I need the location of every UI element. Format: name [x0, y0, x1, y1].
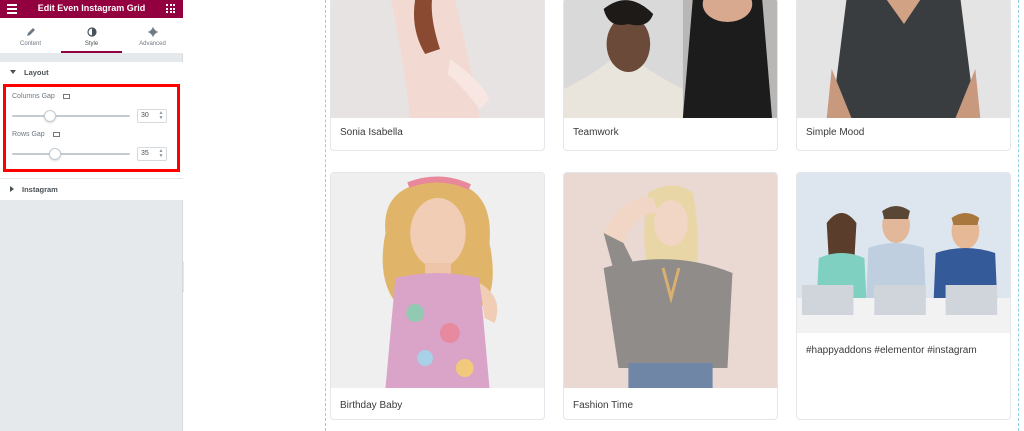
card-caption: #happyaddons #elementor #instagram	[806, 345, 977, 356]
photo-image	[331, 0, 544, 118]
column-guide	[1018, 0, 1019, 431]
gear-icon	[148, 27, 158, 37]
columns-gap-value: 30	[141, 112, 149, 119]
widgets-grid-icon[interactable]	[166, 4, 175, 13]
grid-card[interactable]: #happyaddons #elementor #instagram	[796, 172, 1011, 420]
caret-right-icon	[10, 186, 14, 192]
card-caption: Fashion Time	[573, 400, 634, 411]
preview-canvas: Sonia Isabella Teamwork Simple Mood Birt…	[184, 0, 1024, 431]
photo-image	[564, 0, 777, 118]
tab-content-label: Content	[19, 41, 41, 47]
columns-gap-label: Columns Gap	[12, 93, 70, 100]
caret-down-icon	[10, 70, 16, 74]
contrast-icon	[86, 27, 97, 37]
rows-gap-value: 35	[141, 150, 149, 157]
panel-title: Edit Even Instagram Grid	[37, 3, 146, 13]
tab-content[interactable]: Content	[0, 18, 61, 53]
columns-gap-input[interactable]: 30 ▲ ▼	[137, 109, 167, 123]
tab-style-label: Style	[84, 41, 99, 47]
columns-gap-slider[interactable]	[12, 110, 130, 122]
desktop-icon[interactable]	[62, 93, 70, 99]
layout-section-title: Layout	[24, 67, 49, 77]
grid-card[interactable]: Sonia Isabella	[330, 0, 545, 151]
tab-style[interactable]: Style	[61, 18, 122, 53]
panel-tabs: Content Style Advanced	[0, 18, 183, 54]
rows-gap-label: Rows Gap	[12, 131, 60, 138]
card-caption: Simple Mood	[806, 127, 865, 138]
editor-panel: Edit Even Instagram Grid Content Style A…	[0, 0, 183, 431]
rows-gap-input[interactable]: 35 ▲ ▼	[137, 147, 167, 161]
stepper-icon[interactable]: ▲ ▼	[157, 149, 165, 159]
photo-image	[797, 173, 1010, 333]
photo-image	[797, 0, 1010, 118]
panel-header: Edit Even Instagram Grid	[0, 0, 183, 18]
instagram-section-title: Instagram	[22, 184, 58, 194]
desktop-icon[interactable]	[52, 131, 60, 137]
grid-card[interactable]: Simple Mood	[796, 0, 1011, 151]
card-caption: Birthday Baby	[340, 400, 403, 411]
grid-card[interactable]: Fashion Time	[563, 172, 778, 420]
layout-section-body: Columns Gap 30 ▲ ▼ Rows Gap 35 ▲ ▼	[0, 82, 183, 178]
grid-card[interactable]: Teamwork	[563, 0, 778, 151]
grid-card[interactable]: Birthday Baby	[330, 172, 545, 420]
card-caption: Teamwork	[573, 127, 619, 138]
columns-gap-label-text: Columns Gap	[12, 93, 55, 100]
rows-gap-slider-handle[interactable]	[49, 148, 62, 160]
layout-section-header[interactable]: Layout	[0, 62, 183, 82]
photo-image	[564, 173, 777, 388]
rows-gap-slider[interactable]	[12, 148, 130, 160]
instagram-section-header[interactable]: Instagram	[0, 178, 183, 200]
photo-image	[331, 173, 544, 388]
rows-gap-label-text: Rows Gap	[12, 131, 45, 138]
column-guide	[325, 0, 326, 431]
stepper-icon[interactable]: ▲ ▼	[157, 111, 165, 121]
pencil-icon	[26, 27, 36, 37]
tab-advanced-label: Advanced	[139, 41, 166, 47]
card-caption: Sonia Isabella	[340, 127, 403, 138]
tab-advanced[interactable]: Advanced	[122, 18, 183, 53]
columns-gap-slider-handle[interactable]	[43, 110, 56, 122]
